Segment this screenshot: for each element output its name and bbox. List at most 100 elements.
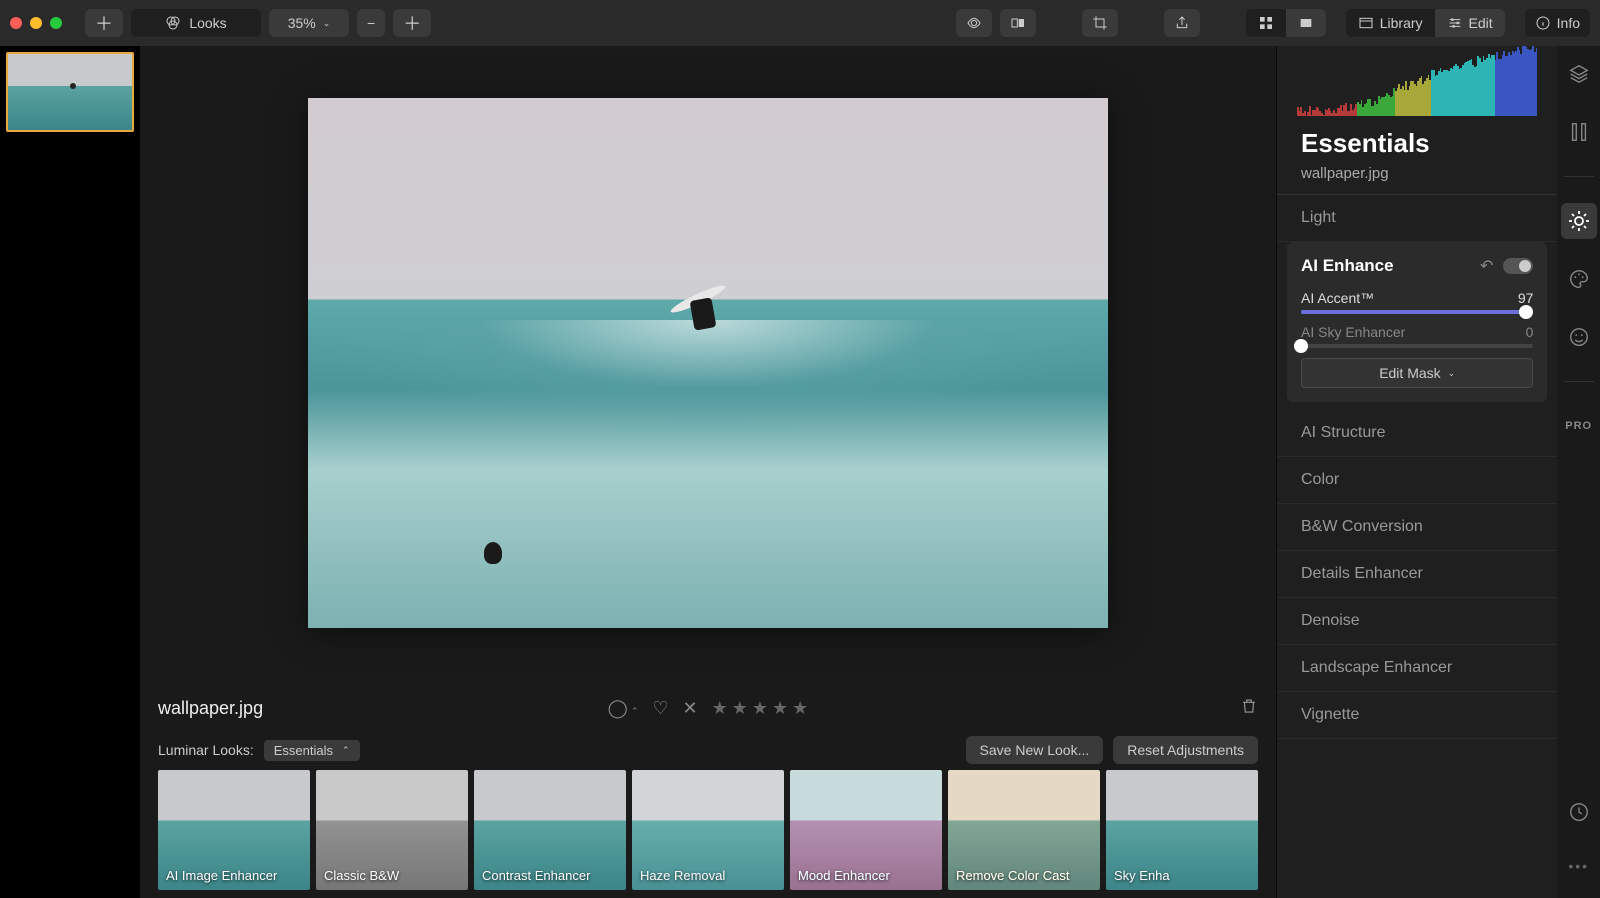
section-bw-conversion[interactable]: B&W Conversion (1277, 504, 1557, 551)
look-preset[interactable]: Classic B&W (316, 770, 468, 890)
look-preset[interactable]: Mood Enhancer (790, 770, 942, 890)
library-icon (1358, 15, 1374, 31)
edit-tab[interactable]: Edit (1435, 9, 1505, 37)
preview-toggle-button[interactable] (956, 9, 992, 37)
view-mode-segment (1246, 9, 1326, 37)
looks-strip: AI Image Enhancer Classic B&W Contrast E… (158, 770, 1258, 890)
section-color[interactable]: Color (1277, 457, 1557, 504)
section-landscape-enhancer[interactable]: Landscape Enhancer (1277, 645, 1557, 692)
compare-button[interactable] (1000, 9, 1036, 37)
chevron-down-icon: ⌄ (1448, 368, 1456, 379)
info-button[interactable]: Info (1525, 9, 1590, 37)
pro-tool[interactable]: PRO (1561, 408, 1597, 444)
save-new-look-button[interactable]: Save New Look... (966, 736, 1104, 764)
ai-sky-slider-row: AI Sky Enhancer 0 (1301, 324, 1533, 348)
edit-panel: Essentials wallpaper.jpg Light AI Enhanc… (1276, 46, 1557, 898)
mode-segment: Library Edit (1346, 9, 1505, 37)
ai-sky-slider[interactable] (1301, 344, 1533, 348)
creative-tool[interactable] (1561, 261, 1597, 297)
panel-title: Essentials (1277, 122, 1557, 163)
star-icon[interactable]: ★ (732, 698, 748, 719)
adjust-icon (1568, 121, 1590, 143)
favorite-button[interactable]: ♡ (652, 698, 668, 719)
grid-view-button[interactable] (1246, 9, 1286, 37)
star-icon[interactable]: ★ (752, 698, 768, 719)
zoom-out-button[interactable]: − (357, 9, 385, 37)
looks-label-text: Luminar Looks: (158, 742, 254, 758)
look-preset[interactable]: Contrast Enhancer (474, 770, 626, 890)
looks-toolbar-button[interactable]: Looks (131, 9, 261, 37)
section-vignette[interactable]: Vignette (1277, 692, 1557, 739)
look-preset[interactable]: AI Image Enhancer (158, 770, 310, 890)
star-rating[interactable]: ★ ★ ★ ★ ★ (712, 698, 809, 719)
top-toolbar: ＋ Looks 35% ⌄ − ＋ Library (0, 0, 1600, 46)
filmstrip (0, 46, 140, 898)
crop-button[interactable] (1082, 9, 1118, 37)
share-icon (1174, 15, 1190, 31)
reset-adjustments-button[interactable]: Reset Adjustments (1113, 736, 1258, 764)
reject-button[interactable]: ✕ (683, 698, 698, 719)
thumbnail-selected[interactable] (6, 52, 134, 132)
history-tool[interactable] (1561, 794, 1597, 830)
close-window-button[interactable] (10, 17, 22, 29)
layers-tool[interactable] (1561, 56, 1597, 92)
chevron-down-icon: ⌄ (323, 18, 331, 29)
section-denoise[interactable]: Denoise (1277, 598, 1557, 645)
look-preset[interactable]: Remove Color Cast (948, 770, 1100, 890)
star-icon[interactable]: ★ (792, 698, 808, 719)
ai-sky-value: 0 (1526, 324, 1534, 340)
ai-enhance-toggle[interactable] (1503, 258, 1533, 274)
edit-label: Edit (1469, 15, 1493, 31)
undo-button[interactable]: ↶ (1480, 256, 1493, 276)
share-button[interactable] (1164, 9, 1200, 37)
canvas-column: wallpaper.jpg ◯⌃ ♡ ✕ ★ ★ ★ ★ ★ (140, 46, 1276, 898)
ai-accent-slider-row: AI Accent™ 97 (1301, 290, 1533, 314)
essentials-tool[interactable] (1561, 203, 1597, 239)
look-label: Classic B&W (324, 868, 460, 884)
portrait-tool[interactable] (1561, 319, 1597, 355)
ai-accent-label: AI Accent™ (1301, 290, 1374, 306)
maximize-window-button[interactable] (50, 17, 62, 29)
library-tab[interactable]: Library (1346, 9, 1435, 37)
trash-icon (1240, 697, 1258, 715)
ai-enhance-title: AI Enhance (1301, 256, 1394, 276)
zoom-in-button[interactable]: ＋ (393, 9, 431, 37)
looks-category-dropdown[interactable]: Essentials ⌃ (264, 740, 360, 761)
chevron-up-icon: ⌃ (342, 745, 350, 756)
layers-icon (1568, 63, 1590, 85)
window-controls (10, 17, 62, 29)
canvas-area[interactable] (140, 46, 1276, 679)
look-label: Contrast Enhancer (482, 868, 618, 884)
crop-icon (1092, 15, 1108, 31)
delete-button[interactable] (1240, 697, 1258, 720)
look-label: Remove Color Cast (956, 868, 1092, 884)
look-preset[interactable]: Sky Enha (1106, 770, 1258, 890)
grid-icon (1258, 15, 1274, 31)
single-view-button[interactable] (1286, 9, 1326, 37)
info-label: Info (1557, 15, 1580, 31)
look-label: Haze Removal (640, 868, 776, 884)
histogram[interactable] (1297, 46, 1537, 116)
tool-rail: PRO ••• (1557, 46, 1600, 898)
canvas-tool[interactable] (1561, 114, 1597, 150)
ai-accent-slider[interactable] (1301, 310, 1533, 314)
section-ai-structure[interactable]: AI Structure (1277, 410, 1557, 457)
more-tool[interactable]: ••• (1561, 848, 1597, 884)
panel-filename: wallpaper.jpg (1277, 163, 1557, 195)
minimize-window-button[interactable] (30, 17, 42, 29)
zoom-dropdown[interactable]: 35% ⌄ (269, 9, 349, 37)
color-tag-button[interactable]: ◯⌃ (608, 698, 639, 719)
section-ai-enhance: AI Enhance ↶ AI Accent™ 97 AI Sky En (1287, 242, 1547, 402)
section-details-enhancer[interactable]: Details Enhancer (1277, 551, 1557, 598)
edit-mask-button[interactable]: Edit Mask ⌄ (1301, 358, 1533, 388)
look-label: AI Image Enhancer (166, 868, 302, 884)
pro-label: PRO (1565, 420, 1592, 432)
star-icon[interactable]: ★ (772, 698, 788, 719)
add-button[interactable]: ＋ (85, 9, 123, 37)
sun-icon (1567, 209, 1591, 233)
compare-icon (1010, 15, 1026, 31)
section-light[interactable]: Light (1277, 195, 1557, 242)
star-icon[interactable]: ★ (712, 698, 728, 719)
minus-icon: − (367, 15, 375, 31)
look-preset[interactable]: Haze Removal (632, 770, 784, 890)
